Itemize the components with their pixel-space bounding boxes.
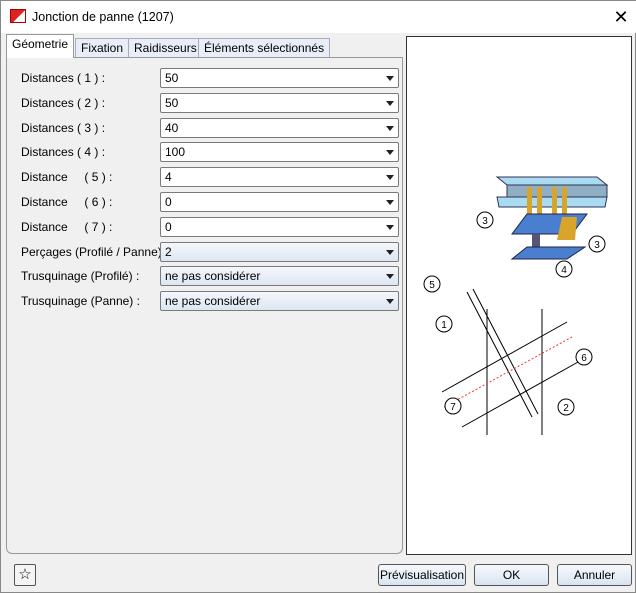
preview-image: 3 3 4 5 1 6 7 2 bbox=[406, 36, 632, 555]
field-value: 50 bbox=[165, 71, 179, 85]
field-value: ne pas considérer bbox=[165, 269, 261, 284]
cancel-button[interactable]: Annuler bbox=[557, 564, 632, 586]
field-dropdown[interactable]: 40 bbox=[160, 117, 399, 138]
field-value: 50 bbox=[165, 95, 179, 110]
field-value: ne pas considérer bbox=[165, 294, 261, 309]
field-dropdown[interactable]: 100 bbox=[160, 142, 399, 163]
chevron-down-icon[interactable] bbox=[386, 200, 394, 205]
chevron-down-icon[interactable] bbox=[386, 125, 394, 131]
chevron-down-icon[interactable] bbox=[386, 274, 394, 280]
app-icon bbox=[10, 9, 26, 23]
field-label: Distances ( 1 ) : bbox=[21, 71, 106, 85]
field-label: Trusquinage (Panne) : bbox=[21, 294, 140, 309]
field-dropdown[interactable]: ne pas considérer bbox=[160, 266, 399, 287]
field-label: Distance ( 5 ) : bbox=[21, 170, 113, 185]
chevron-down-icon[interactable] bbox=[386, 249, 394, 255]
field-dropdown[interactable]: 0 bbox=[160, 216, 399, 237]
callout-label: 1 bbox=[441, 320, 447, 331]
chevron-down-icon[interactable] bbox=[386, 100, 394, 106]
field-value: 2 bbox=[165, 244, 172, 259]
window-title: Jonction de panne (1207) bbox=[32, 10, 174, 24]
field-value: 0 bbox=[165, 195, 172, 209]
title-bar: Jonction de panne (1207) ✕ bbox=[1, 1, 636, 33]
field-value: 100 bbox=[165, 145, 186, 160]
chevron-down-icon[interactable] bbox=[386, 76, 394, 81]
field-dropdown[interactable]: 0 bbox=[160, 192, 399, 212]
callout-label: 5 bbox=[429, 280, 435, 291]
field-label: Perçages (Profilé / Panne) bbox=[21, 244, 162, 259]
field-dropdown[interactable]: 50 bbox=[160, 68, 399, 88]
field-dropdown[interactable]: 2 bbox=[160, 241, 399, 262]
field-label: Trusquinage (Profilé) : bbox=[21, 269, 140, 284]
preview-button[interactable]: Prévisualisation bbox=[378, 564, 466, 586]
field-label: Distances ( 3 ) : bbox=[21, 120, 106, 135]
field-dropdown[interactable]: ne pas considérer bbox=[160, 291, 399, 312]
tab-geometrie[interactable]: Géometrie bbox=[6, 34, 75, 58]
field-value: 40 bbox=[165, 120, 179, 135]
ok-button[interactable]: OK bbox=[474, 564, 549, 586]
field-value: 0 bbox=[165, 219, 172, 234]
field-dropdown[interactable]: 4 bbox=[160, 167, 399, 188]
callout-label: 3 bbox=[482, 216, 488, 227]
field-dropdown[interactable]: 50 bbox=[160, 92, 399, 113]
tab-raidisseurs[interactable]: Raidisseurs bbox=[128, 38, 203, 57]
callout-label: 7 bbox=[450, 402, 456, 413]
field-label: Distance ( 6 ) : bbox=[21, 195, 113, 209]
chevron-down-icon[interactable] bbox=[386, 150, 394, 156]
favorite-button[interactable]: ☆ bbox=[14, 564, 36, 586]
callout-label: 2 bbox=[563, 403, 569, 414]
chevron-down-icon[interactable] bbox=[386, 299, 394, 305]
field-label: Distances ( 2 ) : bbox=[21, 95, 106, 110]
callout-label: 4 bbox=[561, 265, 567, 276]
tab-elements-selectionnes[interactable]: Éléments sélectionnés bbox=[198, 38, 331, 57]
callout-label: 6 bbox=[581, 353, 587, 364]
field-label: Distance ( 7 ) : bbox=[21, 219, 113, 234]
field-label: Distances ( 4 ) : bbox=[21, 145, 106, 160]
field-value: 4 bbox=[165, 170, 172, 185]
close-button[interactable]: ✕ bbox=[609, 5, 633, 29]
chevron-down-icon[interactable] bbox=[386, 224, 394, 230]
tab-fixation[interactable]: Fixation bbox=[75, 38, 130, 57]
chevron-down-icon[interactable] bbox=[386, 175, 394, 181]
callout-label: 3 bbox=[594, 240, 600, 251]
